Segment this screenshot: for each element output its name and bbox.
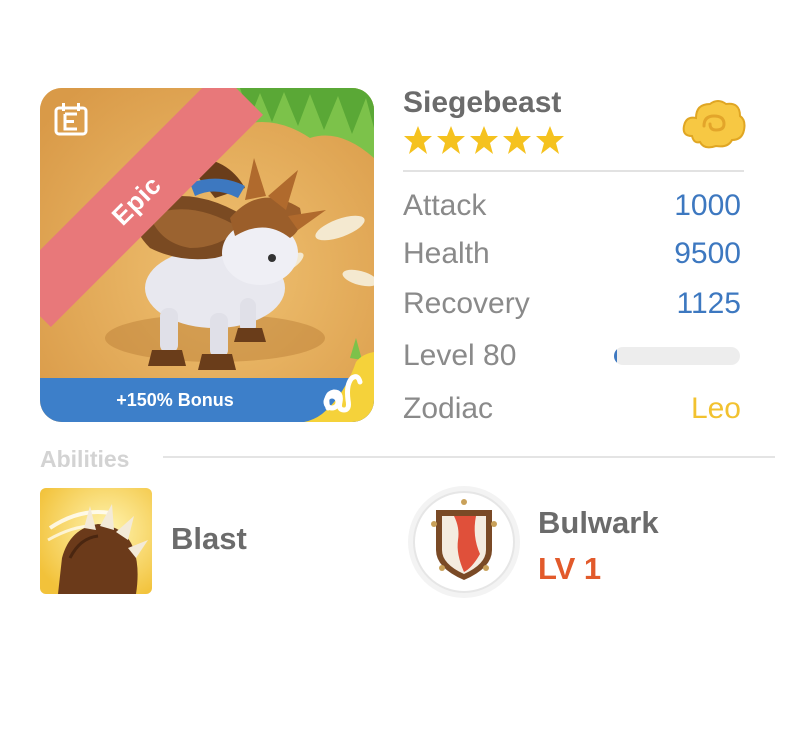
star-icon	[470, 126, 498, 154]
recovery-value: 1125	[676, 287, 741, 320]
level-label: Level 80	[403, 339, 517, 372]
star-icon	[437, 126, 465, 154]
attack-value: 1000	[674, 189, 741, 222]
star-icon	[503, 126, 531, 154]
star-rating	[403, 125, 565, 155]
claw-icon[interactable]	[40, 488, 152, 594]
zodiac-label: Zodiac	[403, 392, 494, 425]
epic-element-icon	[54, 103, 88, 136]
shield-icon[interactable]	[406, 484, 522, 600]
stat-row-recovery: Recovery 1125	[403, 284, 741, 324]
ability-name-bulwark: Bulwark	[538, 505, 659, 540]
health-value: 9500	[674, 237, 741, 270]
ability-level-bulwark: LV 1	[538, 551, 602, 586]
star-icon	[404, 126, 432, 154]
leo-icon	[304, 352, 374, 422]
stat-row-zodiac: Zodiac Leo	[403, 389, 741, 429]
level-progress-bar	[614, 347, 740, 365]
zodiac-value: Leo	[690, 392, 741, 425]
creature-detail-page: Epic +150% Bonus Siegebeast Attack 1000 …	[0, 0, 800, 754]
stat-row-attack: Attack 1000	[403, 186, 741, 226]
ability-name-blast: Blast	[171, 521, 247, 556]
star-icon	[536, 126, 564, 154]
bonus-label: +150% Bonus	[116, 390, 234, 410]
health-label: Health	[403, 237, 490, 270]
recovery-label: Recovery	[403, 287, 530, 320]
creature-card[interactable]: Epic +150% Bonus	[40, 88, 374, 422]
gold-cloud-icon[interactable]	[682, 96, 746, 152]
creature-name: Siegebeast	[403, 86, 562, 119]
abilities-header: Abilities	[40, 446, 130, 472]
attack-label: Attack	[403, 189, 487, 222]
stat-row-health: Health 9500	[403, 234, 741, 274]
abilities-divider	[163, 456, 775, 458]
info-divider	[403, 170, 744, 172]
